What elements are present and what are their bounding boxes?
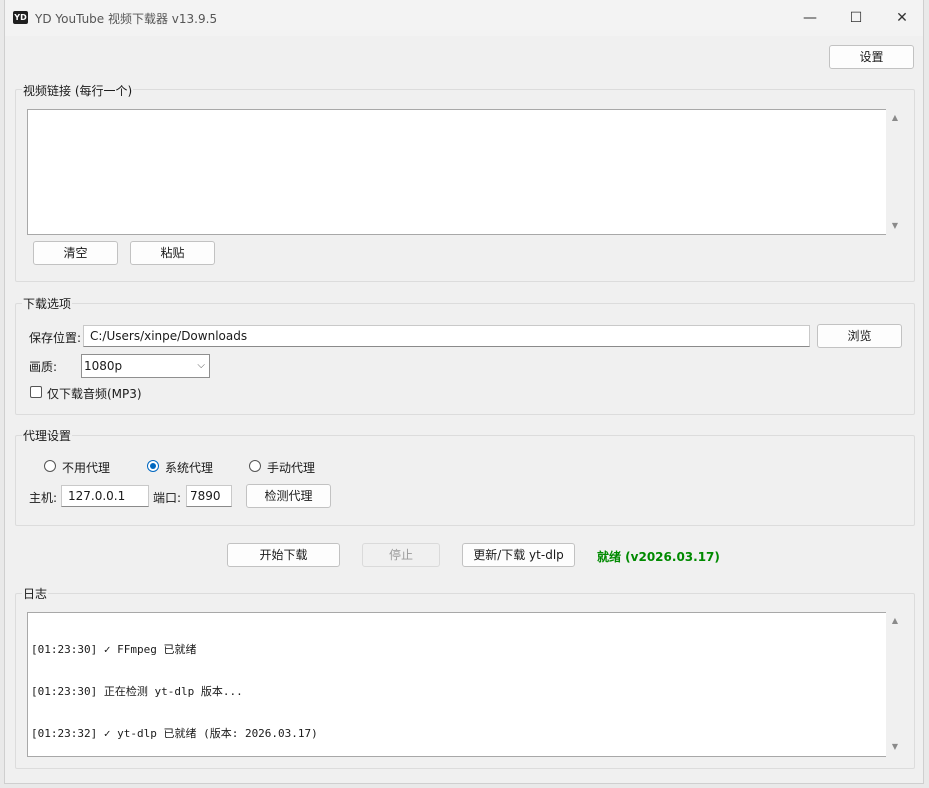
app-window: YD YD YouTube 视频下载器 v13.9.5 — ☐ ✕ 设置 视频链…: [4, 0, 924, 784]
host-input[interactable]: 127.0.0.1: [61, 485, 149, 507]
download-options-title: 下载选项: [22, 295, 73, 312]
log-output[interactable]: [01:23:30] ✓ FFmpeg 已就绪 [01:23:30] 正在检测 …: [27, 612, 887, 757]
maximize-button[interactable]: ☐: [833, 0, 879, 36]
radio-manual-proxy[interactable]: [249, 460, 261, 472]
port-input[interactable]: 7890: [186, 485, 232, 507]
log-group-title: 日志: [22, 585, 49, 602]
app-logo-icon: YD: [13, 11, 28, 24]
radio-no-proxy[interactable]: [44, 460, 56, 472]
test-proxy-button[interactable]: 检测代理: [246, 484, 331, 508]
status-text: 就绪 (v2026.03.17): [597, 550, 720, 564]
scroll-up-icon[interactable]: ▲: [886, 616, 904, 625]
chevron-down-icon: ⌵: [197, 360, 205, 371]
log-lines: [01:23:30] ✓ FFmpeg 已就绪 [01:23:30] 正在检测 …: [31, 615, 318, 769]
close-button[interactable]: ✕: [879, 0, 925, 36]
audio-only-checkbox[interactable]: [30, 386, 42, 398]
log-scrollbar[interactable]: ▲ ▼: [886, 612, 904, 757]
scroll-up-icon[interactable]: ▲: [886, 113, 904, 122]
scroll-down-icon[interactable]: ▼: [886, 221, 904, 230]
window-title: YD YouTube 视频下载器 v13.9.5: [35, 12, 218, 26]
log-line: [01:23:30] 正在检测 yt-dlp 版本...: [31, 685, 243, 698]
quality-select[interactable]: 1080p ⌵: [81, 354, 210, 378]
port-label: 端口:: [153, 491, 182, 505]
url-textarea[interactable]: [27, 109, 887, 235]
paste-button[interactable]: 粘贴: [130, 241, 215, 265]
clear-button[interactable]: 清空: [33, 241, 118, 265]
title-bar[interactable]: YD YD YouTube 视频下载器 v13.9.5 — ☐ ✕: [5, 0, 923, 36]
update-ytdlp-button[interactable]: 更新/下载 yt-dlp: [462, 543, 575, 567]
url-group-title: 视频链接 (每行一个): [22, 82, 134, 99]
radio-manual-proxy-label[interactable]: 手动代理: [267, 459, 315, 476]
proxy-group-title: 代理设置: [22, 427, 73, 444]
proxy-group: [15, 435, 915, 526]
radio-system-proxy[interactable]: [147, 460, 159, 472]
host-label: 主机:: [29, 491, 58, 505]
url-scrollbar[interactable]: ▲ ▼: [886, 109, 904, 235]
settings-button[interactable]: 设置: [829, 45, 914, 69]
stop-button[interactable]: 停止: [362, 543, 440, 567]
browse-button[interactable]: 浏览: [817, 324, 902, 348]
start-download-button[interactable]: 开始下载: [227, 543, 340, 567]
save-location-label: 保存位置:: [29, 331, 82, 345]
minimize-button[interactable]: —: [787, 0, 833, 36]
radio-no-proxy-label[interactable]: 不用代理: [62, 459, 110, 476]
audio-only-label[interactable]: 仅下载音频(MP3): [47, 385, 142, 402]
quality-selected-value: 1080p: [84, 359, 123, 373]
quality-label: 画质:: [29, 360, 58, 374]
radio-system-proxy-label[interactable]: 系统代理: [165, 459, 213, 476]
scroll-down-icon[interactable]: ▼: [886, 742, 904, 751]
save-location-input[interactable]: C:/Users/xinpe/Downloads: [83, 325, 810, 347]
log-line: [01:23:32] ✓ yt-dlp 已就绪 (版本: 2026.03.17): [31, 727, 318, 740]
log-line: [01:23:30] ✓ FFmpeg 已就绪: [31, 643, 197, 656]
